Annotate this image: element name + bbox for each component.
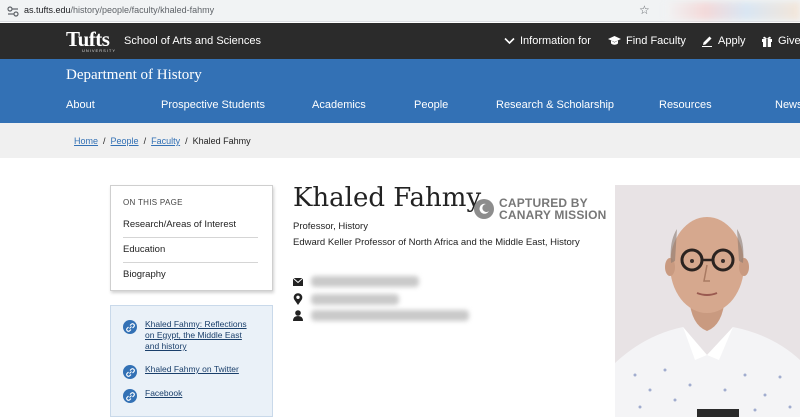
contact-assistant-blurred: [311, 310, 469, 321]
link-icon: [123, 389, 137, 403]
link-icon: [123, 365, 137, 379]
profile-title: Professor, History: [293, 221, 368, 232]
give-link[interactable]: Give: [761, 35, 800, 47]
map-pin-icon: [293, 293, 303, 305]
on-this-page-research-link[interactable]: Research/Areas of Interest: [123, 219, 258, 238]
blurred-extensions: [665, 2, 800, 20]
chevron-down-icon: [504, 37, 515, 45]
breadcrumb-people[interactable]: People: [111, 136, 139, 146]
menu-item-research-scholarship[interactable]: Research & Scholarship: [496, 99, 614, 111]
canary-mission-icon: [474, 199, 494, 219]
menu-item-academics[interactable]: Academics: [312, 99, 366, 111]
captured-badge[interactable]: CAPTURED BY CANARY MISSION: [474, 197, 606, 221]
on-this-page-biography-link[interactable]: Biography: [123, 269, 258, 287]
link-twitter-text[interactable]: Khaled Fahmy on Twitter: [145, 364, 255, 379]
link-item[interactable]: Khaled Fahmy: Reflections on Egypt, the …: [123, 319, 255, 352]
menu-item-people[interactable]: People: [414, 99, 448, 111]
browser-address-bar[interactable]: as.tufts.edu/history/people/faculty/khal…: [0, 0, 800, 22]
breadcrumb-bar: Home / People / Faculty / Khaled Fahmy: [0, 123, 800, 158]
department-title[interactable]: Department of History: [66, 67, 202, 84]
on-this-page-education-link[interactable]: Education: [123, 244, 258, 263]
tufts-logo[interactable]: Tufts: [66, 29, 110, 50]
contact-email-row: [293, 276, 419, 287]
link-facebook-text[interactable]: Facebook: [145, 388, 255, 403]
find-faculty-link[interactable]: Find Faculty: [608, 35, 686, 47]
url-path: /history/people/faculty/khaled-fahmy: [70, 5, 215, 15]
breadcrumb-current: Khaled Fahmy: [192, 136, 251, 146]
envelope-icon: [293, 277, 303, 286]
graduation-cap-icon: [608, 36, 621, 45]
school-link[interactable]: School of Arts and Sciences: [124, 35, 261, 47]
link-reflections-text[interactable]: Khaled Fahmy: Reflections on Egypt, the …: [145, 319, 255, 352]
profile-name: Khaled Fahmy: [293, 183, 482, 213]
on-this-page-heading: ON THIS PAGE: [123, 198, 183, 207]
on-this-page-box: ON THIS PAGE Research/Areas of Interest …: [110, 185, 273, 291]
university-top-bar: Tufts UNIVERSITY School of Arts and Scie…: [0, 23, 800, 59]
profile-chair: Edward Keller Professor of North Africa …: [293, 237, 580, 248]
pencil-icon: [702, 36, 712, 47]
gift-icon: [762, 36, 772, 47]
tufts-logo-subtitle: UNIVERSITY: [82, 48, 117, 53]
find-faculty-label: Find Faculty: [626, 35, 686, 47]
contact-person-row: [293, 310, 469, 321]
contact-email-blurred: [311, 276, 419, 287]
url-host: as.tufts.edu: [24, 5, 71, 15]
breadcrumb-faculty[interactable]: Faculty: [151, 136, 180, 146]
captured-line-2: CANARY MISSION: [499, 208, 607, 222]
department-header: Department of History About Prospective …: [0, 59, 800, 123]
breadcrumb-separator: /: [103, 136, 106, 146]
profile-photo: [615, 185, 800, 417]
link-icon: [123, 320, 137, 334]
give-label: Give: [778, 35, 800, 47]
site-settings-icon[interactable]: [6, 4, 20, 18]
bookmark-star-icon[interactable]: ☆: [639, 3, 650, 17]
external-links-box: Khaled Fahmy: Reflections on Egypt, the …: [110, 305, 273, 417]
person-icon: [293, 310, 303, 321]
breadcrumb: Home / People / Faculty / Khaled Fahmy: [74, 136, 251, 146]
breadcrumb-separator: /: [185, 136, 188, 146]
contact-location-row: [293, 293, 399, 305]
apply-label: Apply: [718, 35, 746, 47]
menu-item-resources[interactable]: Resources: [659, 99, 712, 111]
menu-item-about[interactable]: About: [66, 99, 95, 111]
information-for-label: Information for: [520, 35, 591, 47]
information-for-menu[interactable]: Information for: [504, 35, 591, 47]
menu-item-prospective-students[interactable]: Prospective Students: [161, 99, 265, 111]
link-item[interactable]: Khaled Fahmy on Twitter: [123, 364, 255, 379]
apply-link[interactable]: Apply: [701, 35, 746, 47]
breadcrumb-separator: /: [143, 136, 147, 146]
contact-location-blurred: [311, 293, 399, 305]
breadcrumb-home[interactable]: Home: [74, 136, 98, 146]
menu-item-news[interactable]: News: [775, 99, 800, 111]
link-item[interactable]: Facebook: [123, 388, 255, 403]
url-text[interactable]: as.tufts.edu/history/people/faculty/khal…: [24, 5, 214, 15]
